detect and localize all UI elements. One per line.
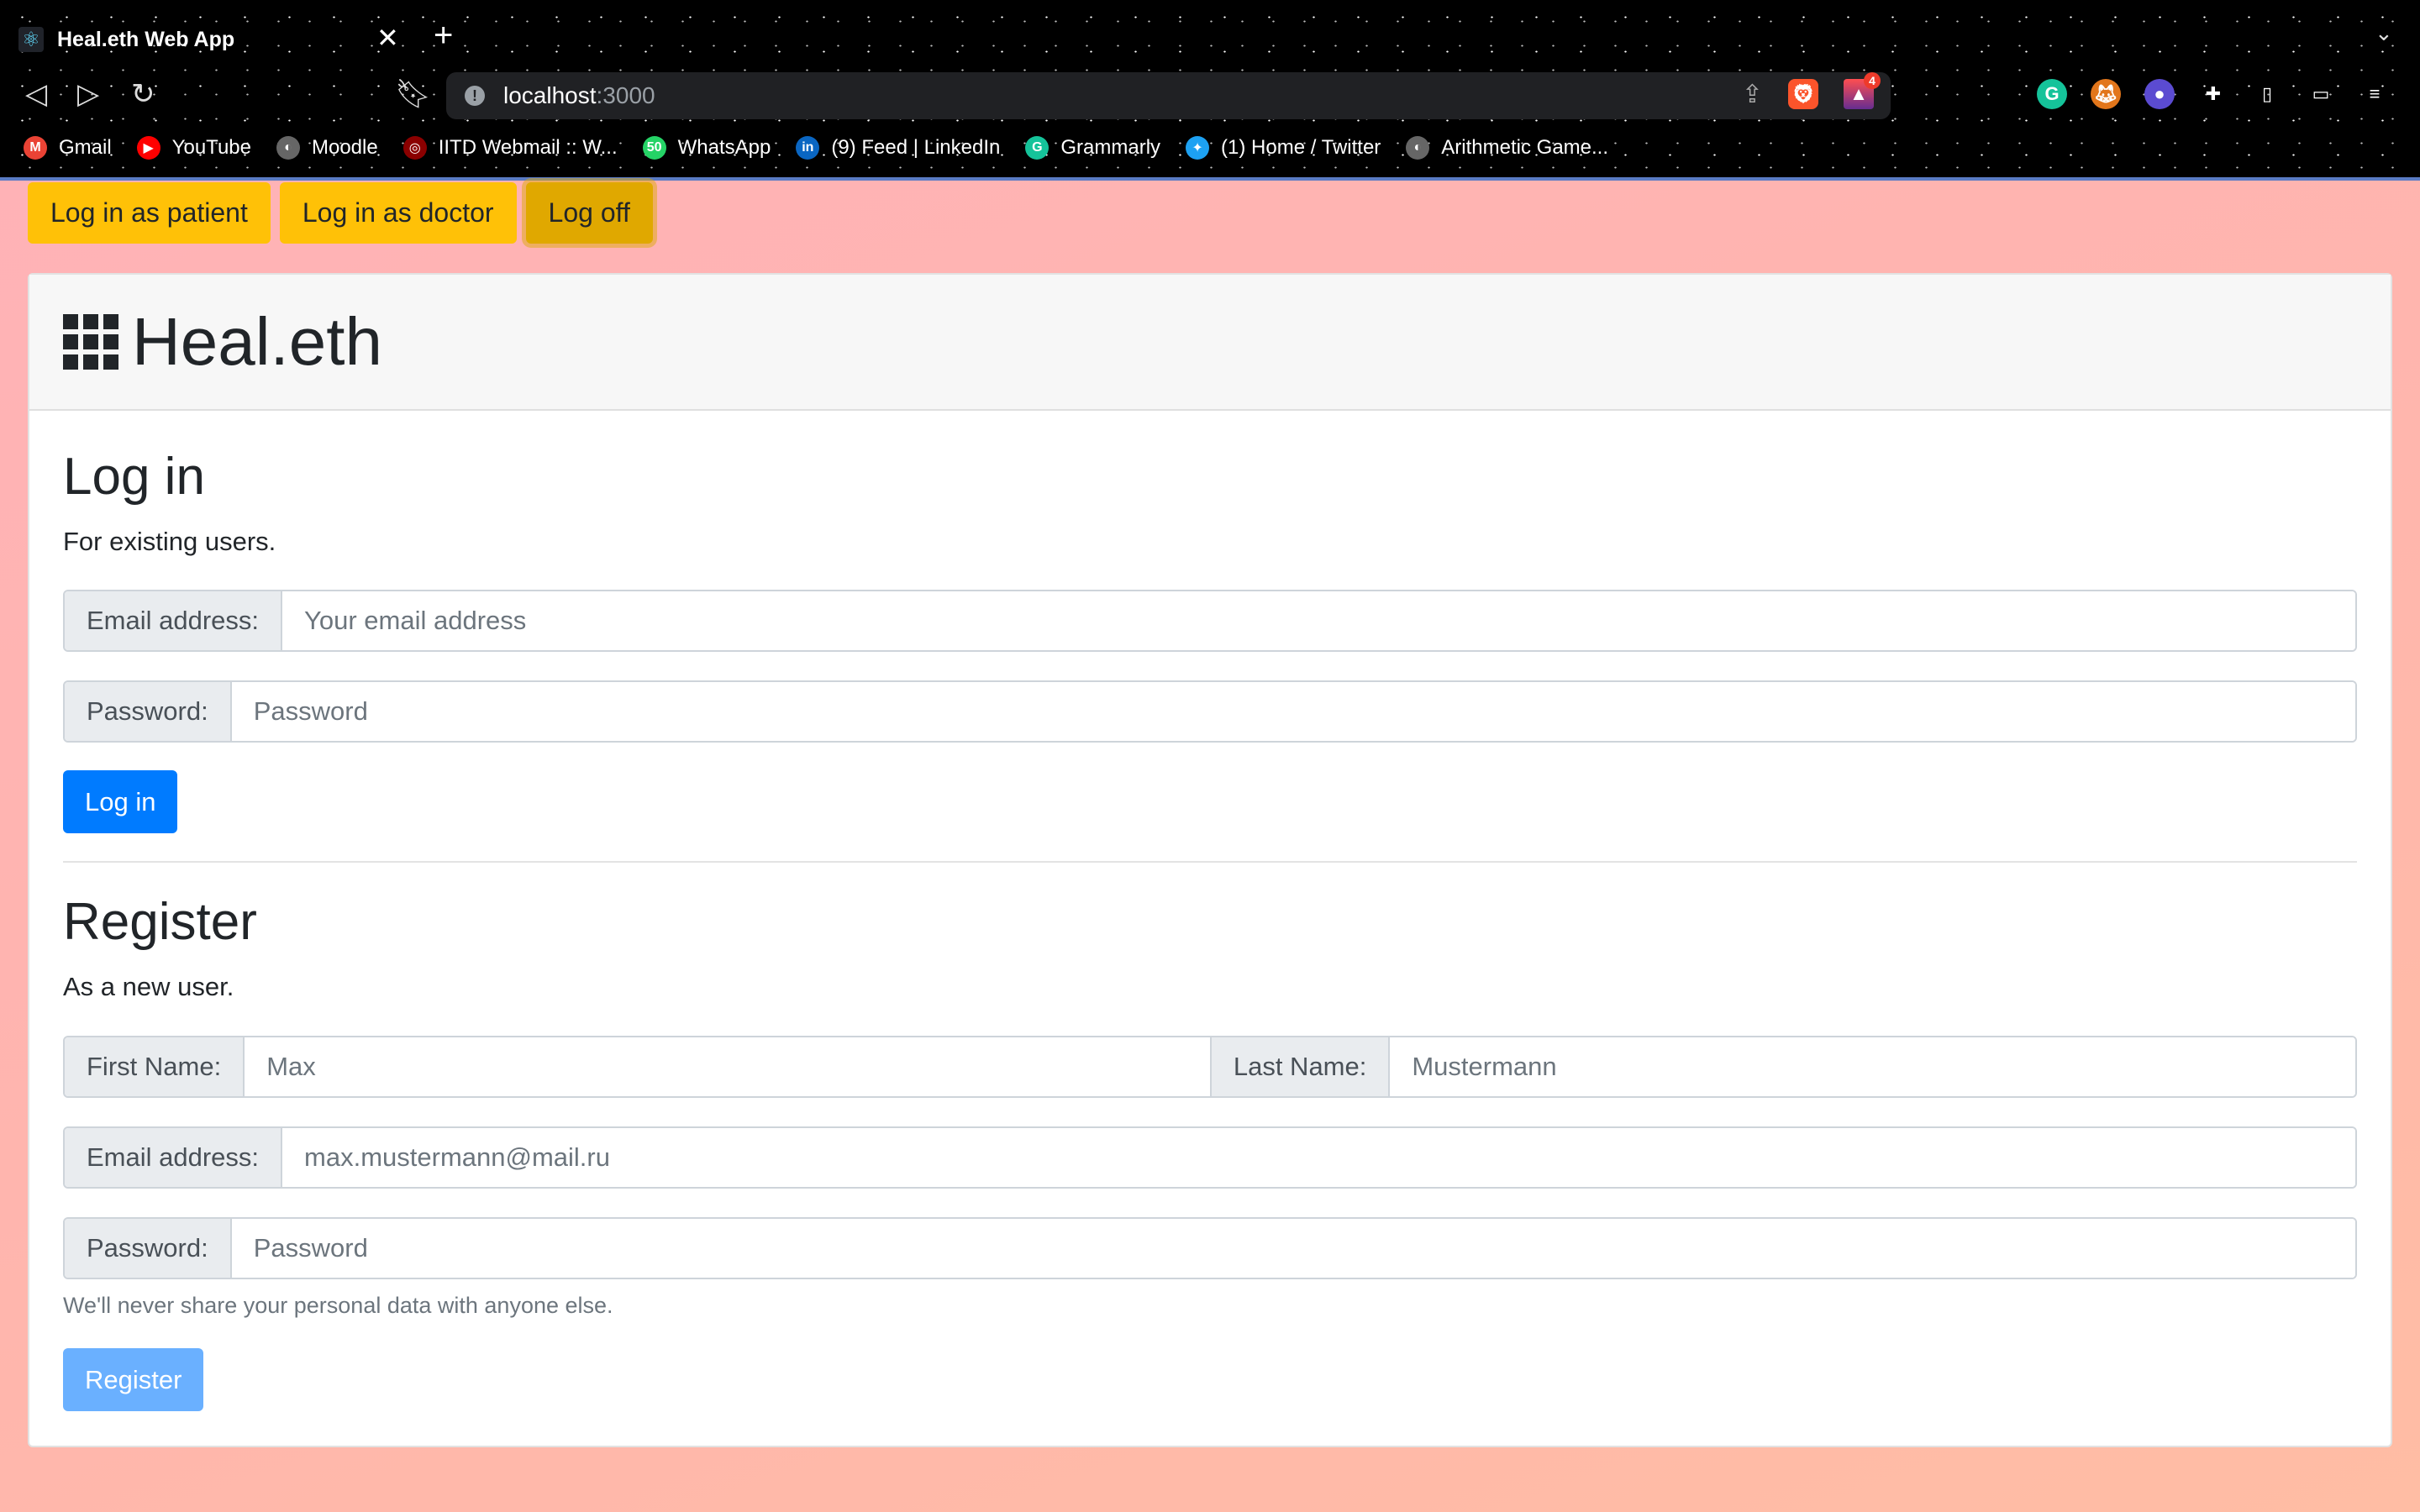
bookmark-item[interactable]: ◎ IITD Webmail :: W... [402,136,618,160]
email-label: Email address: [65,591,283,650]
main-card: Heal.eth Log in For existing users. Emai… [28,273,2392,1447]
bookmark-item[interactable]: in (9) Feed | LinkedIn [796,136,1000,160]
password-label: Password: [65,682,232,741]
forward-icon[interactable]: ▷ [77,77,99,111]
wallet-icon[interactable]: ▭ [2306,79,2336,109]
register-password-input[interactable] [231,1219,2355,1278]
login-button[interactable]: Log in [63,770,178,833]
role-buttons: Log in as patient Log in as doctor Log o… [28,182,653,244]
sidebar-icon[interactable]: ▯ [2252,79,2282,109]
login-password-input[interactable] [231,682,2355,741]
register-button[interactable]: Register [63,1348,204,1411]
reload-icon[interactable]: ↻ [131,77,155,111]
back-icon[interactable]: ◁ [25,77,47,111]
login-subtitle: For existing users. [63,527,276,556]
extensions-bar: G 🦊︎ ● ✚ ▯ ▭ ≡ [2037,79,2390,109]
brave-shields-icon[interactable]: 🦁︎ [1788,79,1818,109]
share-icon[interactable]: ⇪ [1742,80,1763,109]
bookmark-item[interactable]: ◐ Arithmetic Game... [1406,136,1608,160]
register-email-input[interactable] [282,1128,2355,1187]
grammarly-icon: G [1025,136,1050,160]
last-name-label: Last Name: [1209,1037,1391,1096]
bookmark-label: Gmail [59,136,112,159]
bookmark-item[interactable]: G Grammarly [1025,136,1160,160]
bookmark-item[interactable]: 50 WhatsApp [642,136,771,160]
react-icon: ⚛ [18,27,44,52]
globe-icon: ◐ [1406,136,1430,160]
address-bar[interactable]: ! localhost:3000 ⇪ 🦁︎ ▲ 4 [446,72,1891,119]
login-section: Log in For existing users. [63,447,2357,557]
bookmark-label: Arithmetic Game... [1441,136,1609,159]
bookmark-icon[interactable]: 🔖︎ [395,77,431,111]
bookmark-label: IITD Webmail :: W... [438,136,618,159]
register-subtitle: As a new user. [63,972,234,1001]
register-email-group: Email address: [63,1126,2357,1189]
grammarly-extension-icon[interactable]: G [2037,79,2067,109]
tab-search-chevron-icon[interactable]: ⌄ [2375,20,2393,46]
brand-title: Heal.eth [132,304,382,379]
email-label: Email address: [65,1128,283,1187]
extensions-puzzle-icon[interactable]: ✚ [2198,79,2228,109]
bookmark-item[interactable]: ▶ YouTube [136,136,251,160]
bookmark-item[interactable]: ✦ (1) Home / Twitter [1186,136,1381,160]
register-password-group: Password: [63,1217,2357,1279]
login-patient-button[interactable]: Log in as patient [28,182,271,244]
login-doctor-button[interactable]: Log in as doctor [279,182,517,244]
bookmark-label: (1) Home / Twitter [1221,136,1381,159]
bookmarks-bar: M Gmail ▶ YouTube ◐ Moodle ◎ IITD Webmail :: W.… [24,136,1608,160]
url-port: :3000 [596,82,655,108]
bookmark-label: Grammarly [1060,136,1161,159]
youtube-icon: ▶ [136,136,160,160]
login-email-group: Email address: [63,590,2357,652]
webmail-icon: ◎ [402,136,427,160]
login-email-input[interactable] [282,591,2355,650]
bookmark-item[interactable]: ◐ Moodle [276,136,378,160]
last-name-input[interactable] [1390,1037,2355,1096]
browser-tab[interactable]: ⚛ Heal.eth Web App [18,18,234,60]
metamask-icon[interactable]: 🦊︎ [2091,79,2121,109]
url-host: localhost [503,82,597,108]
card-header: Heal.eth [29,275,2391,411]
bookmark-label: YouTube [171,136,251,159]
apps-grid-icon [63,314,118,370]
new-tab-icon[interactable]: + [434,17,453,55]
gmail-icon: M [24,136,47,160]
privacy-help-text: We'll never share your personal data wit… [63,1293,613,1318]
bookmark-label: (9) Feed | LinkedIn [831,136,1001,159]
info-icon[interactable]: ! [465,86,485,106]
rewards-badge: 4 [1864,72,1881,89]
brave-rewards-icon[interactable]: ▲ 4 [1844,72,1881,109]
log-off-button[interactable]: Log off [525,182,653,244]
register-heading: Register [63,893,257,951]
name-group: First Name: Last Name: [63,1036,2357,1098]
bookmark-label: Moodle [311,136,378,159]
menu-icon[interactable]: ≡ [2360,79,2390,109]
login-heading: Log in [63,448,205,506]
ghost-extension-icon[interactable]: ● [2144,79,2175,109]
whatsapp-icon: 50 [642,136,666,160]
tab-title: Heal.eth Web App [57,27,235,51]
browser-chrome: ⚛ Heal.eth Web App ✕ + ◁ ▷ ↻ 🔖︎ ! localho… [0,0,2420,181]
login-password-group: Password: [63,680,2357,743]
first-name-input[interactable] [245,1037,1210,1096]
bookmark-label: WhatsApp [677,136,771,159]
bookmark-item[interactable]: M Gmail [24,136,112,160]
close-tab-icon[interactable]: ✕ [376,22,399,54]
register-section: Register As a new user. [63,892,2357,1002]
linkedin-icon: in [796,136,820,160]
twitter-icon: ✦ [1186,136,1210,160]
first-name-label: First Name: [65,1037,245,1096]
divider [63,861,2357,863]
globe-icon: ◐ [276,136,300,160]
password-label: Password: [65,1219,232,1278]
